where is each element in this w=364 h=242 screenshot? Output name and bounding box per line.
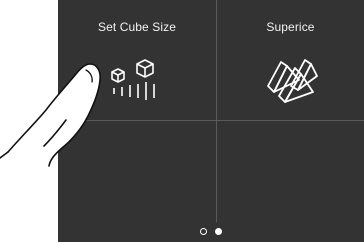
horizontal-divider — [58, 120, 364, 121]
superice-label: Superice — [266, 20, 315, 34]
page-dot-2[interactable] — [215, 227, 222, 235]
pagination-dots — [58, 226, 364, 236]
screen: Set Cube Size Superice — [0, 0, 364, 242]
empty-tile-bottom-left — [58, 121, 216, 221]
vertical-divider — [216, 0, 217, 222]
cube-size-icon — [111, 59, 155, 100]
empty-tile-bottom-right — [217, 121, 364, 221]
appliance-panel: Set Cube Size Superice — [58, 0, 364, 242]
set-cube-size-label: Set Cube Size — [97, 20, 176, 34]
superice-tile[interactable]: Superice — [217, 0, 364, 120]
set-cube-size-tile[interactable]: Set Cube Size — [58, 0, 216, 120]
superice-icon — [267, 59, 318, 103]
page-dot-1[interactable] — [200, 227, 207, 235]
